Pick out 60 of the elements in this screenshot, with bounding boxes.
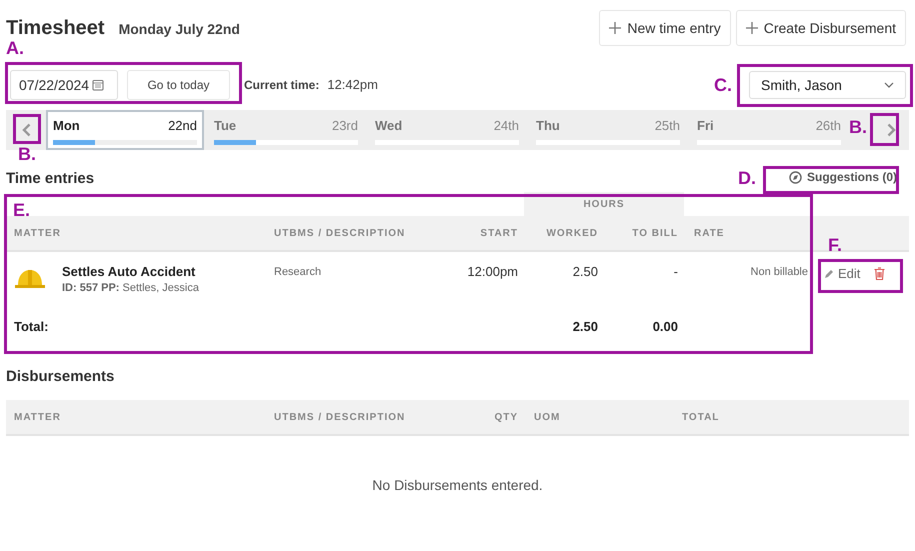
column-header: START — [479, 226, 519, 240]
callout-label: F. — [828, 235, 842, 255]
column-header: MATTER — [13, 226, 62, 240]
hard-hat-icon — [14, 267, 46, 291]
callout-frame — [13, 114, 41, 144]
table-cell-text: Research — [274, 265, 322, 280]
plus-icon — [609, 22, 622, 34]
edit-button[interactable]: Edit — [824, 264, 860, 284]
column-header: TO BILL — [631, 226, 679, 240]
callout-label: C. — [714, 75, 732, 95]
day-tab[interactable]: Thu 25th — [529, 110, 687, 150]
page-date: Monday July 22nd — [118, 20, 240, 39]
day-tab[interactable]: Wed 24th — [368, 110, 526, 150]
table-cell-text: - — [672, 264, 679, 280]
callout-label: B. — [18, 144, 36, 164]
column-header: UTBMS / DESCRIPTION — [274, 410, 406, 424]
pencil-icon — [824, 268, 834, 279]
add-button[interactable]: Create Disbursement — [736, 10, 906, 46]
callout-label: E. — [13, 200, 30, 220]
matter-details: ID: 557 PP: Settles, Jessica — [62, 281, 199, 296]
total-worked: 2.50 — [572, 318, 599, 336]
column-header: UOM — [533, 410, 562, 424]
plus-icon — [746, 22, 758, 34]
user-select[interactable]: Smith, Jason — [749, 71, 906, 99]
compass-icon — [788, 170, 802, 184]
calendar-icon — [92, 79, 104, 91]
day-tab[interactable]: Fri 26th — [690, 110, 848, 150]
day-tab[interactable]: Mon 22nd — [46, 110, 204, 150]
table-cell-text: Non billable — [750, 265, 809, 280]
current-time: 12:42pm — [327, 76, 378, 94]
table-cell-text: 12:00pm — [466, 264, 519, 280]
delete-button[interactable] — [874, 267, 886, 280]
chevron-right-icon — [886, 123, 896, 137]
callout-label: D. — [738, 168, 756, 188]
section-title: Disbursements — [6, 366, 114, 386]
column-header: QTY — [493, 410, 519, 424]
day-tab[interactable]: Tue 23rd — [207, 110, 365, 150]
matter-name: Settles Auto Accident — [62, 264, 196, 280]
callout-label: B. — [849, 117, 867, 137]
column-header: MATTER — [13, 410, 62, 424]
total-to-bill: 0.00 — [652, 318, 679, 336]
empty-message: No Disbursements entered. — [372, 476, 543, 495]
table-cell-text: 2.50 — [572, 264, 599, 280]
page-title: Timesheet — [6, 16, 105, 41]
column-header: RATE — [693, 226, 726, 240]
callout-label: A. — [6, 38, 24, 58]
chevron-down-icon — [884, 82, 894, 88]
trash-icon — [874, 267, 886, 280]
section-title: Time entries — [6, 168, 94, 188]
date-field[interactable]: 07/22/2024 — [10, 70, 118, 100]
callout-frame — [870, 113, 899, 146]
chevron-left-icon — [22, 123, 30, 137]
column-header: TOTAL — [681, 410, 720, 424]
total-label: Total: — [13, 318, 50, 336]
column-header: WORKED — [545, 226, 599, 240]
suggestions-button[interactable]: Suggestions (0) — [788, 168, 897, 186]
add-button[interactable]: New time entry — [599, 10, 731, 46]
column-header: UTBMS / DESCRIPTION — [274, 226, 406, 240]
go-to-today-button[interactable]: Go to today — [127, 70, 230, 100]
current-time-label: Current time: — [244, 77, 320, 94]
